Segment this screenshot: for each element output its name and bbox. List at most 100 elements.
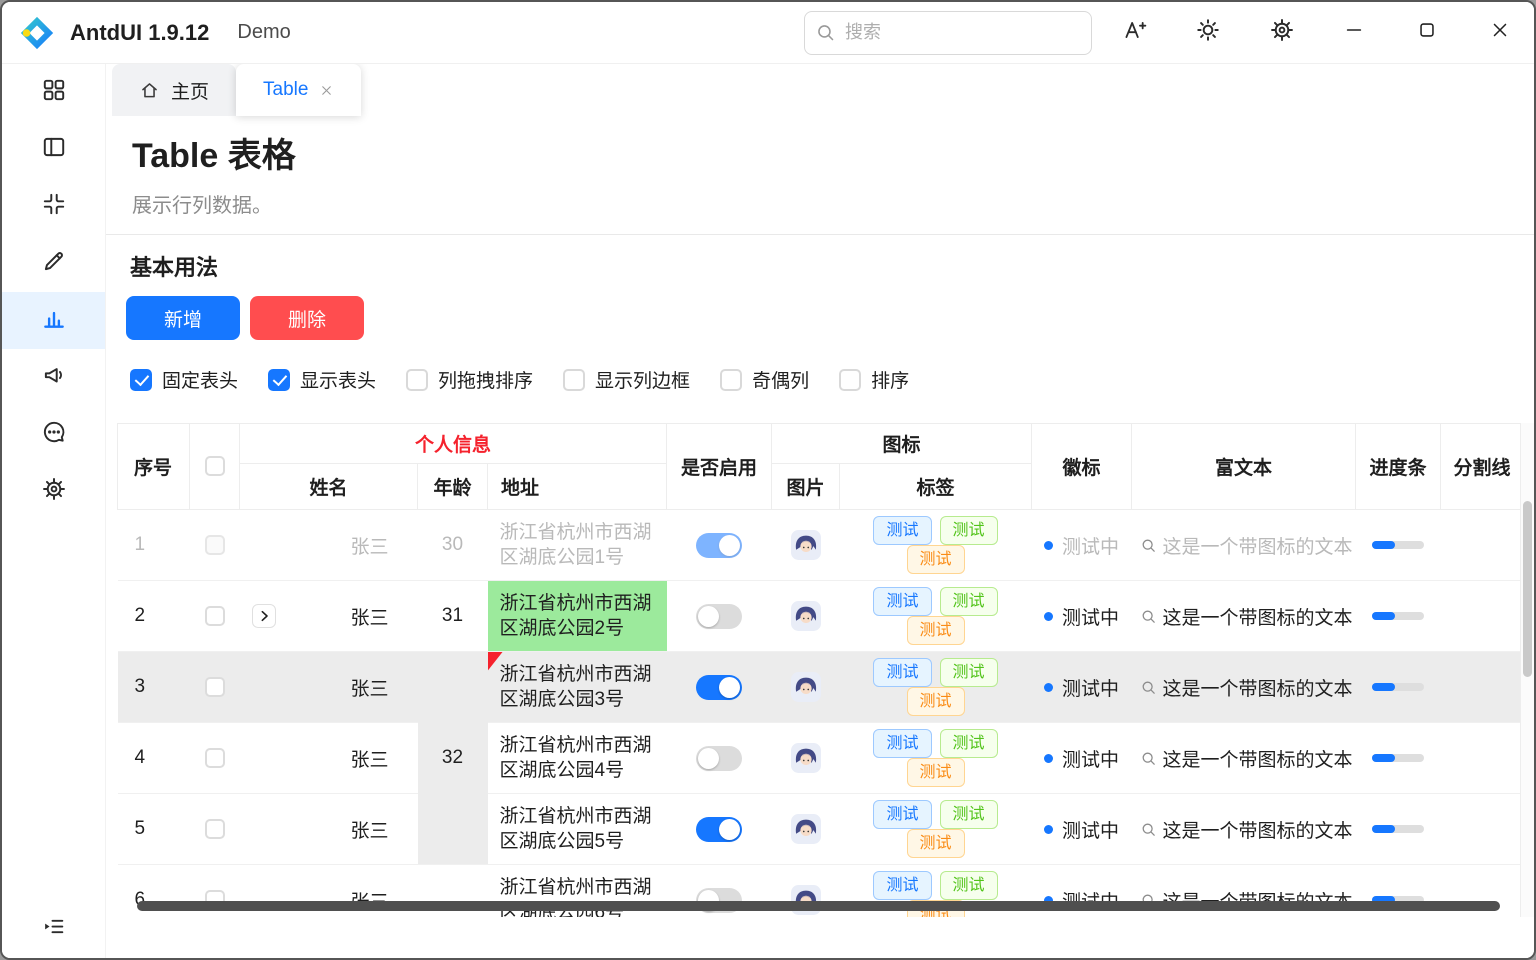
option-checkbox[interactable] [720, 369, 742, 391]
col-header-progress[interactable]: 进度条 [1356, 424, 1441, 510]
vertical-scrollbar-thumb[interactable] [1523, 501, 1532, 677]
page: Table 表格 展示行列数据。 基本用法 新增 删除 固定表头显示表头列拖拽排… [106, 116, 1534, 958]
cell-rich-text: 这是一个带图标的文本 [1132, 723, 1356, 794]
row-checkbox[interactable] [205, 606, 225, 626]
option-checkbox[interactable] [839, 369, 861, 391]
cell-select [190, 794, 240, 865]
sidebar-item-settings[interactable] [2, 463, 105, 520]
table-option-2[interactable]: 列拖拽排序 [406, 366, 533, 393]
option-checkbox[interactable] [268, 369, 290, 391]
option-label: 奇偶列 [752, 366, 809, 393]
cell-index: 1 [118, 510, 190, 581]
cell-enabled [667, 723, 772, 794]
sidebar-item-fit[interactable] [2, 178, 105, 235]
sidebar-item-edit[interactable] [2, 235, 105, 292]
table-option-0[interactable]: 固定表头 [130, 366, 238, 393]
menu-demo[interactable]: Demo [237, 21, 290, 44]
cell-enabled [667, 581, 772, 652]
col-header-rich-text[interactable]: 富文本 [1132, 424, 1356, 510]
enabled-toggle[interactable] [696, 533, 742, 558]
tab-table[interactable]: Table [236, 64, 361, 116]
row-checkbox[interactable] [205, 677, 225, 697]
option-checkbox[interactable] [130, 369, 152, 391]
col-group-personal-info[interactable]: 个人信息 [240, 424, 667, 464]
enabled-toggle[interactable] [696, 817, 742, 842]
table-option-4[interactable]: 奇偶列 [720, 366, 809, 393]
window-controls [1332, 11, 1522, 55]
col-header-address[interactable]: 地址 [488, 464, 667, 510]
option-label: 显示表头 [300, 366, 376, 393]
table-option-5[interactable]: 排序 [839, 366, 909, 393]
enabled-toggle[interactable] [696, 604, 742, 629]
edit-icon [41, 248, 67, 279]
close-button[interactable] [1478, 11, 1522, 55]
badge-text: 测试中 [1062, 537, 1119, 558]
font-size-button[interactable] [1112, 11, 1156, 55]
tag: 测试 [907, 616, 965, 645]
sidebar-item-chart[interactable] [2, 292, 105, 349]
collapse-button[interactable] [2, 914, 105, 944]
dashboard-icon [41, 77, 67, 108]
theme-button[interactable] [1186, 11, 1230, 55]
table-option-1[interactable]: 显示表头 [268, 366, 376, 393]
cell-index: 5 [118, 794, 190, 865]
sidebar-item-layout[interactable] [2, 121, 105, 178]
search-input[interactable] [804, 11, 1092, 55]
tag: 测试 [940, 729, 998, 758]
enabled-toggle[interactable] [696, 675, 742, 700]
cell-index: 3 [118, 652, 190, 723]
badge-dot-icon [1044, 541, 1053, 550]
minimize-button[interactable] [1332, 11, 1376, 55]
vertical-scrollbar[interactable] [1520, 423, 1534, 917]
col-header-age[interactable]: 年龄 [418, 464, 488, 510]
table-row[interactable]: 4 张三 浙江省杭州市西湖区湖底公园4号 测试测试测试 测试中 这是一个带图 [118, 723, 1524, 794]
option-checkbox[interactable] [563, 369, 585, 391]
sidebar-item-message[interactable] [2, 406, 105, 463]
enabled-toggle[interactable] [696, 746, 742, 771]
tag: 测试 [940, 871, 998, 900]
settings-button[interactable] [1260, 11, 1304, 55]
tag: 测试 [873, 658, 931, 687]
row-checkbox[interactable] [205, 748, 225, 768]
horizontal-scrollbar-thumb[interactable] [137, 901, 1500, 911]
col-header-badge[interactable]: 徽标 [1032, 424, 1132, 510]
progress-fill [1372, 683, 1395, 691]
select-all-checkbox[interactable] [205, 456, 225, 476]
option-checkbox[interactable] [406, 369, 428, 391]
col-header-tags[interactable]: 标签 [840, 464, 1032, 510]
cell-progress [1356, 794, 1441, 865]
col-header-index[interactable]: 序号 [118, 424, 190, 510]
table-row[interactable]: 5 张三 浙江省杭州市西湖区湖底公园5号 测试测试测试 测试中 这是一个带图 [118, 794, 1524, 865]
delete-button[interactable]: 删除 [250, 296, 364, 340]
rich-text-label: 这是一个带图标的文本 [1163, 532, 1353, 559]
table-row[interactable]: 3 张三 32 浙江省杭州市西湖区湖底公园3号 测试测试测试 测试中 这是一个 [118, 652, 1524, 723]
magnifier-icon [1140, 679, 1157, 696]
minimize-icon [1343, 19, 1365, 46]
cell-name: 张三 [240, 652, 418, 723]
col-group-icon[interactable]: 图标 [772, 424, 1032, 464]
table-options: 固定表头 显示表头 列拖拽排序 显示列边框 奇偶列 排序 [126, 366, 1534, 393]
table-row[interactable]: 1 张三 30 浙江省杭州市西湖区湖底公园1号 测试测试测试 测试中 这是一个 [118, 510, 1524, 581]
table-option-3[interactable]: 显示列边框 [563, 366, 690, 393]
sidebar-item-megaphone[interactable] [2, 349, 105, 406]
col-header-image[interactable]: 图片 [772, 464, 840, 510]
col-header-name[interactable]: 姓名 [240, 464, 418, 510]
tab-home[interactable]: 主页 [112, 64, 236, 116]
table-row[interactable]: 2 张三 31 浙江省杭州市西湖区湖底公园2号 测试测试测试 测试中 这是一个 [118, 581, 1524, 652]
row-checkbox[interactable] [205, 535, 225, 555]
sidebar-item-dashboard[interactable] [2, 64, 105, 121]
sidebar [2, 64, 106, 958]
col-header-enabled[interactable]: 是否启用 [667, 424, 772, 510]
cell-select [190, 652, 240, 723]
tab-close-icon[interactable] [319, 83, 334, 98]
col-header-divider[interactable]: 分割线 [1441, 424, 1524, 510]
add-button[interactable]: 新增 [126, 296, 240, 340]
expand-button[interactable] [252, 604, 276, 628]
cell-age: 32 [418, 652, 488, 865]
cell-select [190, 723, 240, 794]
rich-text-label: 这是一个带图标的文本 [1163, 816, 1353, 843]
maximize-button[interactable] [1405, 11, 1449, 55]
table-body: 1 张三 30 浙江省杭州市西湖区湖底公园1号 测试测试测试 测试中 这是一个 [118, 510, 1524, 918]
row-checkbox[interactable] [205, 819, 225, 839]
cell-address: 浙江省杭州市西湖区湖底公园2号 [488, 581, 667, 652]
